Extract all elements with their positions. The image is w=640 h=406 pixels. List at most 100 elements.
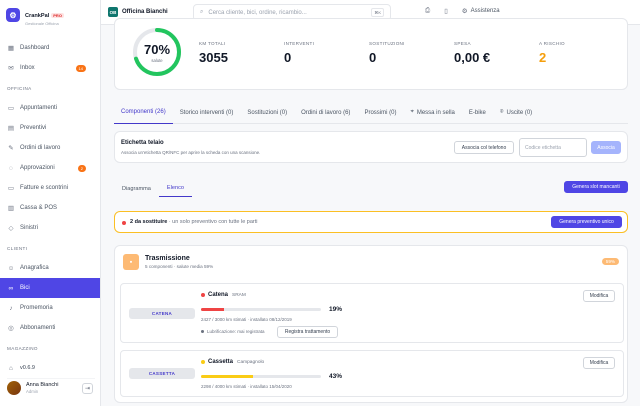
tab-prossimi[interactable]: Prossimi (0) (357, 102, 403, 124)
shop-name[interactable]: Officina Bianchi (122, 9, 168, 15)
nav-inbox[interactable]: ✉ Inbox 14 (0, 58, 100, 78)
component-brand: Campagnolo (237, 359, 265, 365)
generate-slots-button[interactable]: Genera slot mancanti (564, 181, 628, 193)
tab-label: Uscite (0) (506, 109, 533, 116)
users-icon: ☺ (7, 264, 15, 272)
lubrication-text: Lubrificazione: mai registrata (207, 329, 265, 334)
register-treatment-button[interactable]: Registra trattamento (277, 326, 338, 338)
map-pin-icon: ⌾ (499, 109, 504, 115)
tag-icon: ⌂ (9, 364, 13, 372)
alert-message: 2 da sostituire · un solo preventivo con… (130, 219, 258, 225)
section-officina: OFFICINA (7, 85, 32, 91)
nav-label: Fatture e scontrini (20, 185, 69, 191)
inbox-badge: 14 (75, 64, 86, 72)
stat-label: INTERVENTI (284, 41, 315, 46)
group-health-pill: 59% (601, 258, 619, 265)
shield-icon: ◇ (8, 225, 14, 232)
bike-tabs: Componenti (26) Storico interventi (0) S… (114, 102, 628, 124)
nav-label: Preventivi (20, 125, 47, 131)
ruler-icon: ⌖ (410, 109, 414, 115)
wear-bar-fill (201, 308, 224, 311)
status-dot (201, 330, 204, 333)
calendar-icon: ▭ (7, 105, 15, 112)
component-brand: SRAM (232, 292, 246, 298)
lubrication-status: Lubrificazione: mai registrata (201, 329, 265, 334)
approvazioni-badge: 2 (77, 164, 86, 172)
print-icon[interactable]: ⎙ (425, 7, 430, 15)
transmission-icon: ▪ (123, 254, 139, 270)
wear-bar (201, 375, 321, 378)
wear-bar (201, 308, 321, 311)
tab-uscite[interactable]: ⌾ Uscite (0) (493, 102, 539, 124)
assist-link[interactable]: Assistenza (471, 8, 500, 14)
component-group-transmission: ▪ Trasmissione 5 componenti · salute med… (114, 245, 628, 403)
nav-fatture[interactable]: ▭ Fatture e scontrini (0, 178, 100, 198)
health-value: 70% (144, 42, 170, 57)
component-title: Cassetta (208, 359, 234, 365)
section-magazzino: MAGAZZINO (7, 345, 38, 351)
tab-messa-in-sella[interactable]: ⌖ Messa in sella (403, 102, 461, 124)
generate-quote-button[interactable]: Genera preventivo unico (551, 216, 622, 228)
user-profile[interactable]: Anna Bianchi Admin ⇥ (7, 378, 95, 395)
nav-anagrafica[interactable]: ☺ Anagrafica (0, 258, 100, 278)
user-name: Anna Bianchi (26, 382, 59, 389)
view-diagram[interactable]: Diagramma (114, 180, 159, 197)
nav-appuntamenti[interactable]: ▭ Appuntamenti (0, 98, 100, 118)
edit-component-button[interactable]: Modifica (583, 357, 615, 369)
nav-approvazioni[interactable]: ◌ Approvazioni 2 (0, 158, 100, 178)
document-icon: ▤ (7, 125, 15, 132)
wear-bar-fill (201, 375, 253, 378)
stat-km: KM TOTALI 3055 (199, 41, 228, 65)
search-placeholder: Cerca cliente, bici, ordine, ricambio... (208, 9, 307, 16)
associate-phone-button[interactable]: Associa col telefono (454, 141, 514, 154)
nav-dashboard[interactable]: ▦ Dashboard (0, 38, 100, 58)
tab-sostituzioni[interactable]: Sostituzioni (0) (240, 102, 294, 124)
health-label: salute (151, 58, 163, 63)
nav-cassa[interactable]: ▥ Cassa & POS (0, 198, 100, 218)
brand-name: CrankPal (25, 12, 50, 19)
main-nav: ▦ Dashboard ✉ Inbox 14 OFFICINA ▭ Appuntamen… (0, 38, 100, 358)
tab-ordini[interactable]: Ordini di lavoro (6) (294, 102, 357, 124)
section-clienti: CLIENTI (7, 245, 28, 251)
nav-label: Appuntamenti (20, 105, 58, 111)
book-icon[interactable]: ▯ (444, 7, 448, 15)
shop-logo: OB (108, 7, 118, 17)
nav-promemoria[interactable]: ♪ Promemoria (0, 298, 100, 318)
nav-sinistri[interactable]: ◇ Sinistri (0, 218, 100, 238)
group-title: Trasmissione (145, 255, 190, 263)
nav-label: Ordini di lavoro (20, 145, 61, 151)
tab-componenti[interactable]: Componenti (26) (114, 102, 173, 124)
frame-label-card: Etichetta telaio Associa un'etichetta QR… (114, 131, 628, 163)
nav-bici[interactable]: ∞ Bici (0, 278, 100, 298)
component-meta: 2427 / 3000 km stimati · installato 08/1… (201, 317, 292, 322)
tab-ebike[interactable]: E-bike (462, 102, 493, 124)
nav-label: Approvazioni (20, 165, 55, 171)
status-dot (201, 360, 205, 364)
alert-dot (122, 221, 126, 225)
view-switcher: Diagramma Elenco (114, 180, 193, 197)
help-icon[interactable]: ⚙ (462, 7, 468, 15)
component-tag: CATENA (129, 308, 195, 319)
stat-rischio: A RISCHIO 2 (539, 41, 565, 65)
nav-abbonamenti[interactable]: ◎ Abbonamenti (0, 318, 100, 338)
brand-logo: ⚙ (6, 8, 20, 22)
label-code-input[interactable]: Codice etichetta (519, 138, 587, 157)
pro-badge: PRO (51, 12, 64, 18)
tab-storico[interactable]: Storico interventi (0) (173, 102, 241, 124)
view-list[interactable]: Elenco (158, 180, 193, 197)
stat-value: 2 (539, 50, 547, 65)
nav-preventivi[interactable]: ▤ Preventivi (0, 118, 100, 138)
alert-detail: · un solo preventivo con tutte le parti (167, 219, 258, 225)
component-title: Catena (208, 292, 229, 298)
component-row: CATENA Catena SRAM 19% 2427 / 3000 km sti… (120, 283, 624, 343)
nav-ordini[interactable]: ✎ Ordini di lavoro (0, 138, 100, 158)
brand[interactable]: ⚙ CrankPal PRO Gestionale Officina (0, 0, 100, 25)
alert-count: 2 da sostituire (130, 219, 168, 225)
stat-label: SOSTITUZIONI (369, 41, 405, 46)
logout-icon[interactable]: ⇥ (82, 383, 93, 394)
bike-icon: ∞ (8, 284, 14, 292)
edit-component-button[interactable]: Modifica (583, 290, 615, 302)
sidebar: ⚙ CrankPal PRO Gestionale Officina ▦ Dashb… (0, 0, 101, 406)
component-row: CASSETTA Cassetta Campagnolo 43% 2298 / 4… (120, 350, 624, 397)
associate-button[interactable]: Associa (591, 141, 621, 154)
